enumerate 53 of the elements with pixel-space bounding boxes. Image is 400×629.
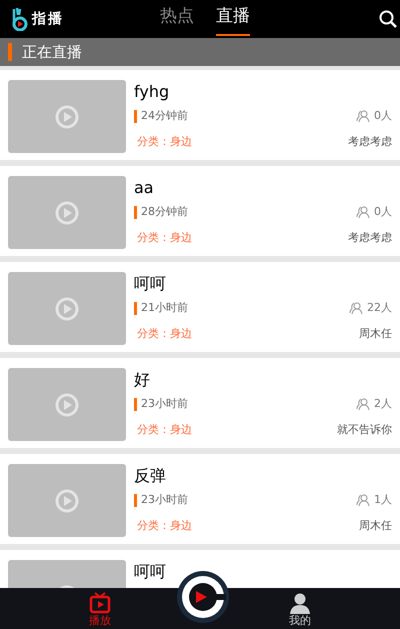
search-icon[interactable] xyxy=(379,10,397,28)
play-circle-icon xyxy=(54,104,80,130)
stream-title: fyhg xyxy=(134,81,170,103)
author: 周木任 xyxy=(359,518,392,534)
stream-title: 呵呵 xyxy=(134,561,166,583)
stream-title: aa xyxy=(134,177,154,199)
viewers-icon xyxy=(356,206,370,218)
play-circle-icon xyxy=(54,296,80,322)
time-ago: 23小时前 xyxy=(141,396,188,412)
viewer-count: 1人 xyxy=(374,492,392,508)
viewer-count: 2人 xyxy=(374,396,392,412)
tv-icon xyxy=(89,592,111,614)
author: 考虑考虑 xyxy=(348,230,392,246)
stream-card[interactable]: fyhg 24分钟前 0人 分类：身边 考虑考虑 xyxy=(0,70,400,160)
viewers-icon xyxy=(356,110,370,122)
section-title: 正在直播 xyxy=(22,42,82,63)
tab[interactable]: 直播 xyxy=(216,0,250,36)
tab[interactable]: 热点 xyxy=(160,0,194,36)
nav-tab[interactable]: 播放 xyxy=(75,588,125,629)
category: 分类：身边 xyxy=(137,326,192,342)
app-name: 指播 xyxy=(32,10,64,28)
author: 就不告诉你 xyxy=(337,422,392,438)
logo-icon xyxy=(10,7,30,31)
play-circle-icon xyxy=(54,392,80,418)
nav-tab[interactable]: 我的 xyxy=(275,588,325,629)
time-ago: 28分钟前 xyxy=(141,204,188,220)
stream-title: 呵呵 xyxy=(134,273,166,295)
time-ago: 23小时前 xyxy=(141,492,188,508)
viewer-count: 0人 xyxy=(374,108,392,124)
category: 分类：身边 xyxy=(137,230,192,246)
viewers-icon xyxy=(356,398,370,410)
viewers-icon xyxy=(349,302,363,314)
play-circle-icon xyxy=(54,488,80,514)
stream-title: 反弹 xyxy=(134,465,166,487)
play-button[interactable] xyxy=(177,571,229,623)
author: 周木任 xyxy=(359,326,392,342)
viewers-icon xyxy=(356,494,370,506)
viewer-count: 22人 xyxy=(367,300,392,316)
stream-title: 好 xyxy=(134,369,150,391)
stream-card[interactable]: aa 28分钟前 0人 分类：身边 考虑考虑 xyxy=(0,166,400,256)
time-ago: 21小时前 xyxy=(141,300,188,316)
author: 考虑考虑 xyxy=(348,134,392,150)
category: 分类：身边 xyxy=(137,422,192,438)
play-circle-icon xyxy=(54,200,80,226)
stream-card[interactable]: 呵呵 21小时前 22人 分类：身边 周木任 xyxy=(0,262,400,352)
time-ago: 24分钟前 xyxy=(141,108,188,124)
category: 分类：身边 xyxy=(137,518,192,534)
category: 分类：身边 xyxy=(137,134,192,150)
viewer-count: 0人 xyxy=(374,204,392,220)
stream-card[interactable]: 呵呵 xyxy=(0,550,400,588)
person-icon xyxy=(289,592,311,614)
stream-card[interactable]: 好 23小时前 2人 分类：身边 就不告诉你 xyxy=(0,358,400,448)
stream-card[interactable]: 反弹 23小时前 1人 分类：身边 周木任 xyxy=(0,454,400,544)
